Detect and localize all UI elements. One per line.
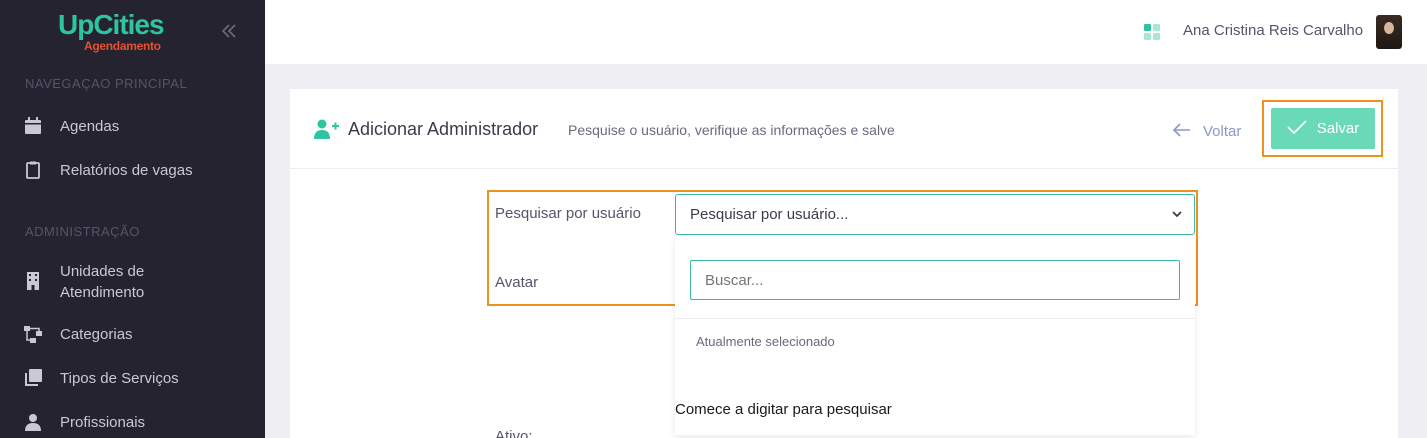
logo-subtitle: Agendamento [84,39,161,53]
sidebar-item-tipos-servicos[interactable]: Tipos de Serviços [24,368,179,389]
sidebar-item-unidades[interactable]: Unidades de Atendimento [24,261,144,303]
label-line-2: Atendimento [60,284,145,301]
page-subtitle: Pesquise o usuário, verifique as informa… [568,122,895,138]
nav-section-admin: ADMINISTRAÇÃO [25,224,140,239]
logo-title: UpCities [58,9,165,40]
currently-selected-label: Atualmente selecionado [696,334,835,349]
sidebar-item-categorias[interactable]: Categorias [24,324,133,345]
save-label: Salvar [1316,120,1360,137]
app-logo[interactable]: UpCities Agendamento [58,9,165,54]
sidebar-item-label: Profissionais [60,414,146,431]
back-link[interactable]: Voltar [1172,121,1242,142]
arrow-left-icon [1172,121,1191,142]
user-avatar[interactable] [1376,15,1402,49]
user-search-label: Pesquisar por usuário [495,205,641,222]
user-tie-icon [24,413,42,431]
sidebar: UpCities Agendamento NAVEGAÇAO PRINCIPAL… [0,0,265,438]
chevron-down-icon [1172,195,1182,234]
calendar-icon [24,117,42,135]
sidebar-item-label: Categorias [60,326,133,343]
sidebar-item-label: Agendas [60,118,120,135]
sidebar-item-label: Unidades de Atendimento [60,261,144,303]
sidebar-item-label: Tipos de Serviços [60,370,179,387]
clipboard-icon [24,161,42,179]
back-label: Voltar [1203,123,1242,140]
check-icon [1287,119,1307,138]
user-select-value: Pesquisar por usuário... [690,206,849,223]
avatar-label: Avatar [495,274,539,291]
sidebar-item-profissionais[interactable]: Profissionais [24,412,145,433]
divider [675,318,1195,319]
user-select[interactable]: Pesquisar por usuário... [675,194,1195,235]
page-title: Adicionar Administrador [348,119,539,139]
user-select-dropdown: Atualmente selecionado Comece a digitar … [675,235,1195,435]
active-label: Ativo: [495,428,533,438]
user-plus-icon [314,119,340,139]
label-line-1: Unidades de [60,263,145,280]
add-admin-card: Adicionar Administrador Pesquise o usuár… [290,89,1398,438]
building-icon [24,272,42,290]
sidebar-item-agendas[interactable]: Agendas [24,116,119,137]
sidebar-item-label: Relatórios de vagas [60,162,193,179]
search-hint: Comece a digitar para pesquisar [675,401,892,418]
collapse-sidebar-icon[interactable] [220,22,238,46]
apps-grid-icon[interactable] [1144,24,1161,41]
layers-icon [24,369,42,387]
sidebar-item-relatorios[interactable]: Relatórios de vagas [24,160,193,181]
save-button[interactable]: Salvar [1271,108,1375,149]
user-name[interactable]: Ana Cristina Reis Carvalho [1183,22,1363,39]
dropdown-search-input[interactable] [690,260,1180,300]
nav-section-main: NAVEGAÇAO PRINCIPAL [25,76,188,91]
sitemap-icon [24,325,42,343]
